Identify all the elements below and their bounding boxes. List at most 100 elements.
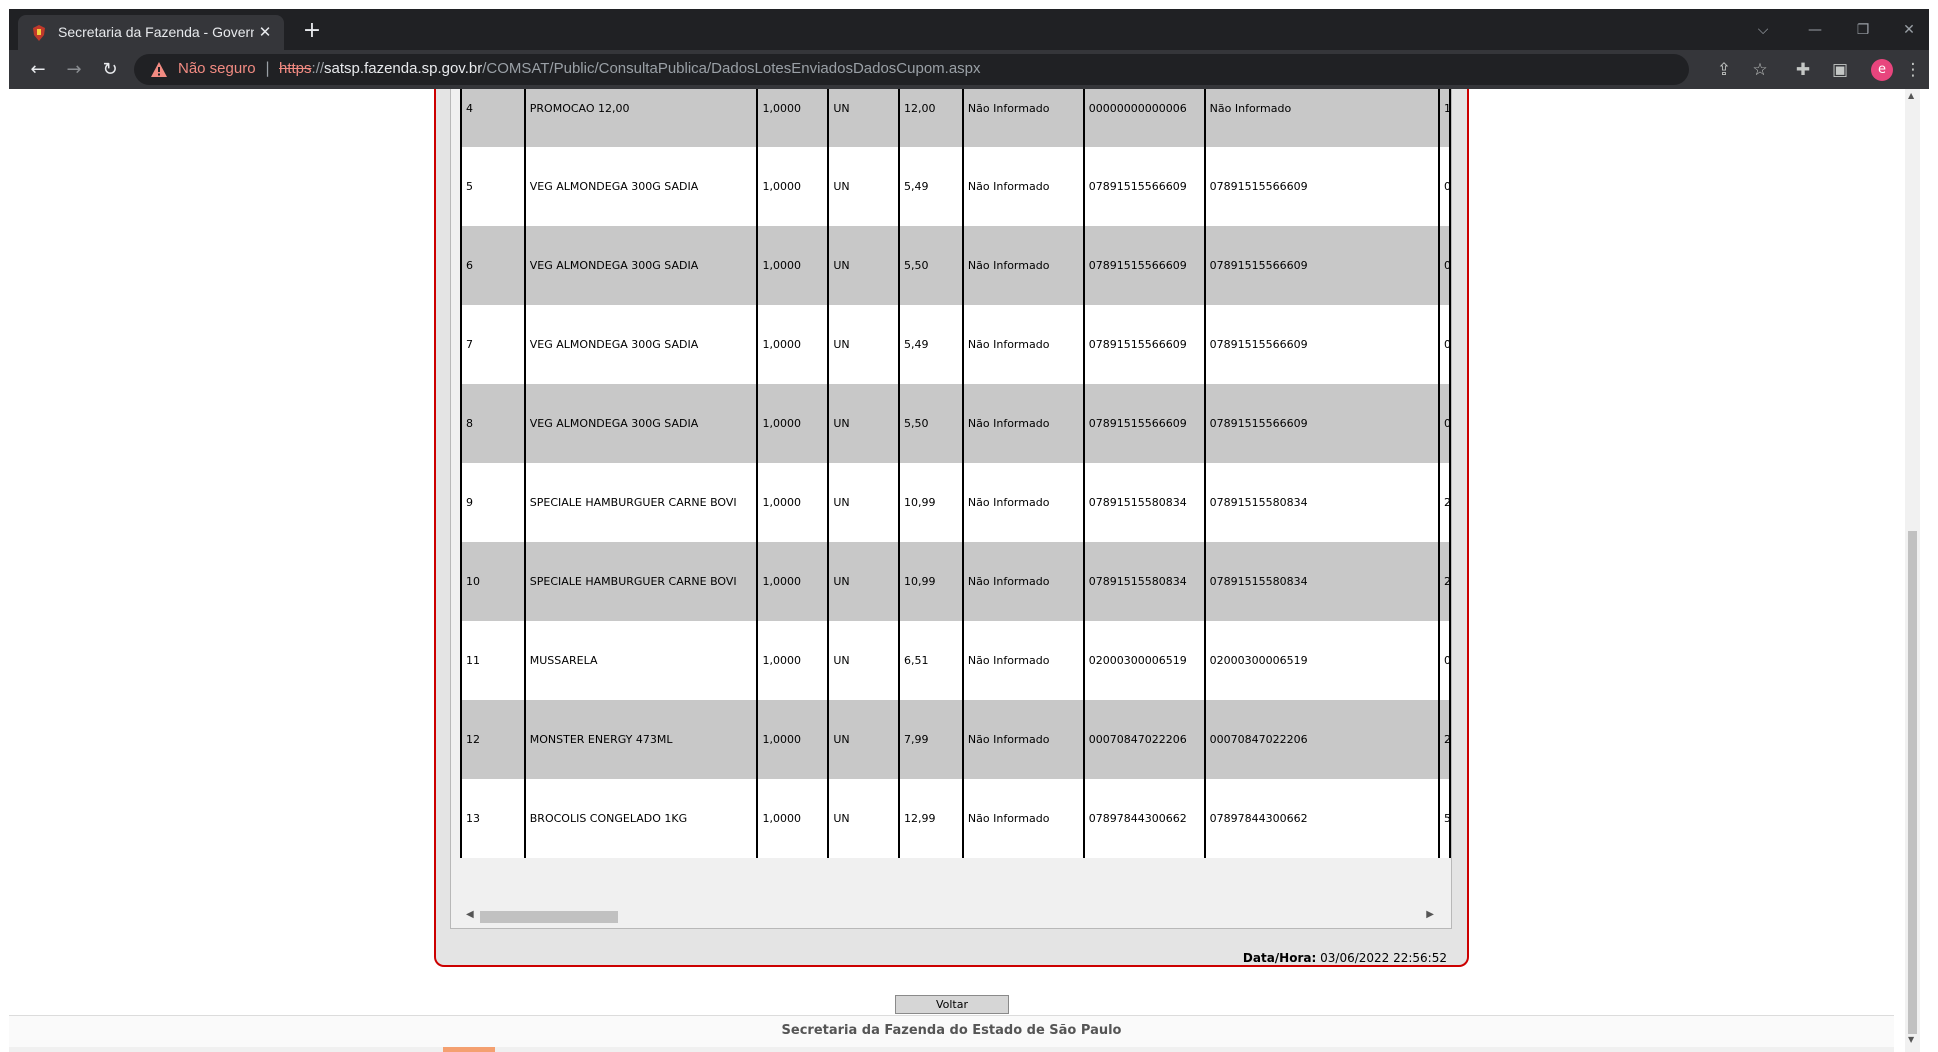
table-row: 12 MONSTER ENERGY 473ML 1,0000 UN 7,99 N… [460, 700, 1452, 779]
not-secure-label[interactable]: Não seguro [178, 60, 256, 77]
cell-description: VEG ALMONDEGA 300G SADIA [523, 305, 759, 384]
table-row: 11 MUSSARELA 1,0000 UN 6,51 Não Informad… [460, 621, 1452, 700]
horizontal-scrollbar[interactable]: ◀ ▶ [460, 907, 1440, 924]
content-panel: 4 PROMOCAO 12,00 1,0000 UN 12,00 Não Inf… [434, 89, 1469, 1014]
cell-code: 07891515580834 [1082, 463, 1206, 542]
cell-truncated: 0 [1437, 305, 1452, 384]
cell-item-number: 10 [460, 542, 526, 621]
cell-description: MUSSARELA [523, 621, 759, 700]
cell-quantity: 1,0000 [756, 621, 830, 700]
table-row: 5 VEG ALMONDEGA 300G SADIA 1,0000 UN 5,4… [460, 147, 1452, 226]
timestamp: Data/Hora: 03/06/2022 22:56:52 [1243, 951, 1447, 965]
items-table: 4 PROMOCAO 12,00 1,0000 UN 12,00 Não Inf… [460, 89, 1452, 858]
scroll-right-icon[interactable]: ▶ [1426, 909, 1434, 920]
cell-truncated: 5 [1437, 779, 1452, 858]
cell-truncated: 2 [1437, 542, 1452, 621]
cell-code: 07897844300662 [1082, 779, 1206, 858]
table-row: 13 BROCOLIS CONGELADO 1KG 1,0000 UN 12,9… [460, 779, 1452, 858]
cell-value: 10,99 [898, 463, 964, 542]
url-host: satsp.fazenda.sp.gov.br [324, 60, 483, 77]
menu-kebab-icon[interactable]: ⋮ [1898, 55, 1928, 85]
cell-quantity: 1,0000 [756, 89, 830, 147]
tab-search-icon[interactable]: ⌵ [1743, 15, 1783, 45]
profile-avatar[interactable]: e [1871, 59, 1893, 81]
extensions-icon[interactable]: ✚ [1788, 55, 1818, 85]
forward-icon[interactable]: → [59, 55, 89, 85]
cell-ncm: Não Informado [961, 621, 1085, 700]
cell-unit: UN [827, 384, 901, 463]
restore-icon[interactable]: ❐ [1843, 15, 1883, 45]
cell-unit: UN [827, 779, 901, 858]
close-tab-icon[interactable]: ✕ [254, 21, 276, 43]
browser-window: Secretaria da Fazenda - Governo ✕ + ⌵ — … [0, 0, 1938, 1052]
cell-code: 00070847022206 [1082, 700, 1206, 779]
items-table-body: 4 PROMOCAO 12,00 1,0000 UN 12,00 Não Inf… [460, 89, 1452, 858]
cell-gtin: 07891515566609 [1203, 384, 1440, 463]
back-button[interactable]: Voltar [895, 995, 1009, 1014]
omnibox-separator: | [265, 59, 271, 77]
close-window-icon[interactable]: ✕ [1889, 15, 1929, 45]
cell-item-number: 11 [460, 621, 526, 700]
vertical-scrollbar[interactable]: ▲ ▼ [1905, 89, 1920, 1052]
cell-value: 5,50 [898, 226, 964, 305]
cell-item-number: 4 [460, 89, 526, 147]
cell-truncated: 0 [1437, 621, 1452, 700]
cell-unit: UN [827, 305, 901, 384]
footer-text: Secretaria da Fazenda do Estado de São P… [781, 1023, 1122, 1038]
table-row: 7 VEG ALMONDEGA 300G SADIA 1,0000 UN 5,4… [460, 305, 1452, 384]
cell-description: SPECIALE HAMBURGUER CARNE BOVI [523, 463, 759, 542]
cell-code: 00000000000006 [1082, 89, 1206, 147]
url-path: /COMSAT/Public/ConsultaPublica/DadosLote… [482, 60, 981, 77]
cell-gtin: 00070847022206 [1203, 700, 1440, 779]
cell-ncm: Não Informado [961, 779, 1085, 858]
cell-value: 10,99 [898, 542, 964, 621]
cell-item-number: 13 [460, 779, 526, 858]
cell-gtin: Não Informado [1203, 89, 1440, 147]
browser-toolbar: ← → ↻ Não seguro | https://satsp.fazenda… [9, 50, 1929, 89]
browser-tab[interactable]: Secretaria da Fazenda - Governo ✕ [18, 15, 284, 50]
cell-value: 7,99 [898, 700, 964, 779]
share-icon[interactable]: ⇪ [1709, 55, 1739, 85]
cell-ncm: Não Informado [961, 463, 1085, 542]
cell-quantity: 1,0000 [756, 384, 830, 463]
cell-value: 5,49 [898, 305, 964, 384]
minimize-icon[interactable]: — [1795, 15, 1835, 45]
cell-description: VEG ALMONDEGA 300G SADIA [523, 147, 759, 226]
cell-unit: UN [827, 226, 901, 305]
url-scheme: https [279, 60, 312, 77]
side-panel-icon[interactable]: ▣ [1825, 55, 1855, 85]
cell-value: 12,99 [898, 779, 964, 858]
cell-ncm: Não Informado [961, 89, 1085, 147]
page-viewport: 4 PROMOCAO 12,00 1,0000 UN 12,00 Não Inf… [9, 89, 1914, 1052]
cell-code: 02000300006519 [1082, 621, 1206, 700]
reload-icon[interactable]: ↻ [95, 55, 125, 85]
horizontal-scroll-thumb[interactable] [480, 911, 618, 923]
table-row: 4 PROMOCAO 12,00 1,0000 UN 12,00 Não Inf… [460, 89, 1452, 147]
vertical-scroll-thumb[interactable] [1908, 531, 1917, 1034]
tab-title: Secretaria da Fazenda - Governo [58, 24, 254, 40]
address-bar[interactable]: Não seguro | https://satsp.fazenda.sp.go… [134, 54, 1689, 85]
cell-gtin: 07891515566609 [1203, 305, 1440, 384]
cell-description: VEG ALMONDEGA 300G SADIA [523, 226, 759, 305]
cell-quantity: 1,0000 [756, 779, 830, 858]
url-text[interactable]: https://satsp.fazenda.sp.gov.br/COMSAT/P… [279, 60, 981, 77]
scroll-down-icon[interactable]: ▼ [1908, 1035, 1914, 1044]
scroll-up-icon[interactable]: ▲ [1908, 91, 1914, 100]
cell-description: SPECIALE HAMBURGUER CARNE BOVI [523, 542, 759, 621]
cell-unit: UN [827, 542, 901, 621]
timestamp-label: Data/Hora: [1242, 951, 1317, 965]
cell-code: 07891515566609 [1082, 384, 1206, 463]
back-icon[interactable]: ← [23, 55, 53, 85]
cell-code: 07891515580834 [1082, 542, 1206, 621]
cell-gtin: 07891515566609 [1203, 147, 1440, 226]
cell-truncated: 0 [1437, 147, 1452, 226]
bookmark-star-icon[interactable]: ☆ [1745, 55, 1775, 85]
cell-quantity: 1,0000 [756, 305, 830, 384]
new-tab-button[interactable]: + [299, 18, 325, 44]
cell-code: 07891515566609 [1082, 305, 1206, 384]
scroll-left-icon[interactable]: ◀ [466, 909, 474, 920]
cell-description: PROMOCAO 12,00 [523, 89, 759, 147]
cell-unit: UN [827, 621, 901, 700]
cell-truncated: 0 [1437, 226, 1452, 305]
cell-truncated: 2 [1437, 463, 1452, 542]
